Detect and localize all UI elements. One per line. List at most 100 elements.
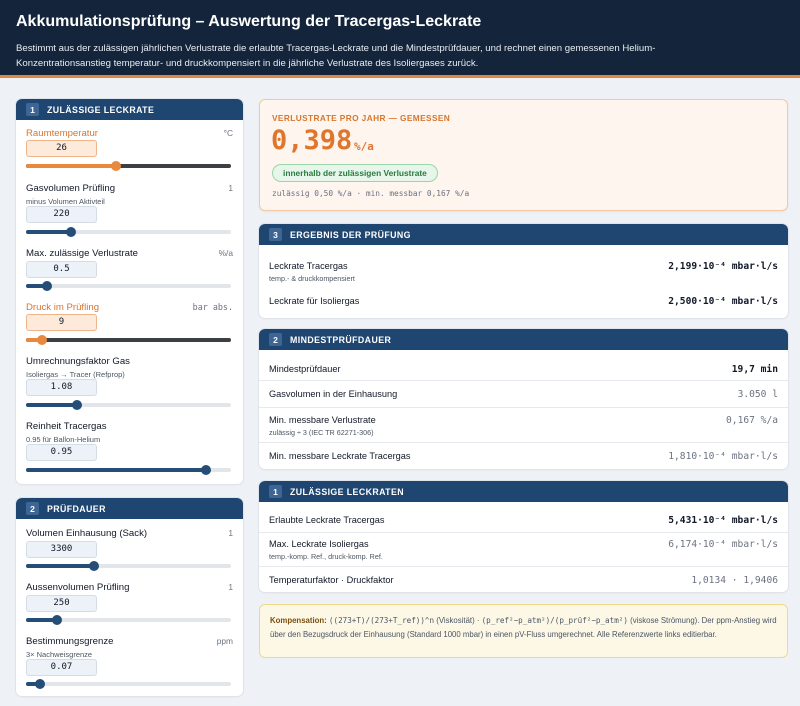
reinheit-input[interactable]: 0.95 [26, 444, 97, 461]
verlustrate-value: 0,398 [271, 125, 353, 156]
slider-thumb[interactable] [51, 615, 62, 625]
panel-mindestpruefdauer: 2 MINDESTPRÜFDAUER Mindestprüfdauer 19,7… [259, 329, 788, 469]
raumtemperatur-input[interactable]: 26 [26, 140, 97, 157]
row-hint: temp.-komp. Ref., druck-komp. Ref. [269, 552, 383, 561]
row-label: Gasvolumen in der Einhausung [269, 389, 398, 399]
row-label: Erlaubte Leckrate Tracergas [269, 515, 385, 525]
panel-header: 1 ZULÄSSIGE LECKRATEN [259, 481, 788, 502]
field-label: Volumen Einhausung (Sack) [26, 528, 148, 539]
verlustrate-input[interactable]: 0.5 [26, 261, 97, 278]
slider-thumb[interactable] [72, 400, 83, 410]
row-label: Max. Leckrate Isoliergas [269, 539, 369, 549]
summary-label: VERLUSTRATE PRO JAHR — GEMESSEN [272, 113, 451, 123]
field-unit: 1 [228, 183, 233, 193]
step-badge: 2 [26, 502, 39, 515]
row-label: Mindestprüfdauer [269, 364, 341, 374]
panel-header: 2 MINDESTPRÜFDAUER [259, 329, 788, 350]
formula-temperature: ((273+T)/(273+T_ref))^n [328, 616, 435, 625]
field-label: Umrechnungsfaktor Gas [26, 356, 130, 367]
result-row: Gasvolumen in der Einhausung 3.050 l [259, 380, 788, 407]
bestimmungsgrenze-input[interactable]: 0.07 [26, 659, 97, 676]
slider-thumb[interactable] [201, 465, 212, 475]
umrechnungsfaktor-slider[interactable] [26, 400, 231, 410]
verlustrate-unit: %/a [354, 140, 374, 153]
result-row: Erlaubte Leckrate Tracergas 5,431·10⁻⁴ m… [259, 502, 788, 532]
field-label: Max. zulässige Verlustrate [26, 248, 138, 259]
result-row: Min. messbare Verlustrate zulässig ÷ 3 (… [259, 407, 788, 442]
panel-title: MINDESTPRÜFDAUER [290, 334, 392, 345]
panel-title: ZULÄSSIGE LECKRATE [47, 104, 155, 115]
field-hint: minus Volumen Aktivteil [26, 197, 105, 206]
page-title: Akkumulationsprüfung – Auswertung der Tr… [16, 13, 482, 30]
slider-thumb[interactable] [66, 227, 77, 237]
row-value: 1,0134 · 1,9406 [691, 575, 778, 586]
panel-title: ERGEBNIS DER PRÜFUNG [290, 229, 411, 240]
row-label: Temperaturfaktor · Druckfaktor [269, 575, 394, 585]
row-value: 1,810·10⁻⁴ mbar·l/s [668, 451, 778, 462]
volumen-einhausung-input[interactable]: 3300 [26, 541, 97, 558]
field-label: Raumtemperatur [26, 128, 98, 139]
row-value: 2,199·10⁻⁴ mbar·l/s [668, 261, 778, 272]
slider-thumb[interactable] [35, 679, 46, 689]
row-value: 5,431·10⁻⁴ mbar·l/s [668, 515, 778, 526]
panel-header: 2 PRÜFDAUER [16, 498, 243, 519]
slider-thumb[interactable] [88, 561, 99, 571]
page-description: Bestimmt aus der zulässigen jährlichen V… [16, 43, 656, 69]
verlustrate-slider[interactable] [26, 281, 231, 291]
field-unit: %/a [218, 248, 233, 258]
field-unit: °C [223, 128, 233, 138]
umrechnungsfaktor-input[interactable]: 1.08 [26, 379, 97, 396]
kompensation-note: Kompensation: ((273+T)/(273+T_ref))^n (V… [259, 604, 788, 658]
field-unit: ppm [216, 636, 233, 646]
panel-ergebnis: 3 ERGEBNIS DER PRÜFUNG Leckrate Tracerga… [259, 224, 788, 318]
druck-input[interactable]: 9 [26, 314, 97, 331]
step-badge: 1 [269, 485, 282, 498]
note-title: Kompensation: [270, 616, 327, 625]
row-label: Min. messbare Verlustrate [269, 415, 376, 425]
gasvolumen-slider[interactable] [26, 227, 231, 237]
app-header: Akkumulationsprüfung – Auswertung der Tr… [0, 0, 800, 78]
row-value: 0,167 %/a [726, 415, 778, 426]
field-label: Bestimmungsgrenze [26, 636, 114, 647]
gasvolumen-input[interactable]: 220 [26, 206, 97, 223]
bestimmungsgrenze-slider[interactable] [26, 679, 231, 689]
aussenvolumen-slider[interactable] [26, 615, 231, 625]
formula-pressure: (p_ref²−p_atm²)/(p_prüf²−p_atm²) [481, 616, 628, 625]
result-row: Temperaturfaktor · Druckfaktor 1,0134 · … [259, 566, 788, 592]
row-label: Leckrate Tracergas [269, 261, 348, 271]
row-hint: temp.- & druckkompensiert [269, 274, 355, 283]
result-row: Min. messbare Leckrate Tracergas 1,810·1… [259, 442, 788, 469]
step-badge: 3 [269, 228, 282, 241]
volumen-einhausung-slider[interactable] [26, 561, 231, 571]
row-label: Min. messbare Leckrate Tracergas [269, 451, 411, 461]
slider-thumb[interactable] [37, 335, 48, 345]
row-value: 6,174·10⁻⁴ mbar·l/s [668, 539, 778, 550]
panel-header: 1 ZULÄSSIGE LECKRATE [16, 99, 243, 120]
panel-pruefdauer: 2 PRÜFDAUER Volumen Einhausung (Sack) 1 … [16, 498, 243, 696]
step-badge: 2 [269, 333, 282, 346]
slider-thumb[interactable] [41, 281, 52, 291]
row-label: Leckrate für Isoliergas [269, 296, 360, 306]
aussenvolumen-input[interactable]: 250 [26, 595, 97, 612]
row-value: 2,500·10⁻⁴ mbar·l/s [668, 296, 778, 307]
result-row: Leckrate Tracergas temp.- & druckkompens… [259, 245, 788, 285]
result-row: Mindestprüfdauer 19,7 min [259, 350, 788, 380]
field-label: Reinheit Tracergas [26, 421, 107, 432]
raumtemperatur-slider[interactable] [26, 161, 231, 171]
panel-zulaessige-leckrate: 1 ZULÄSSIGE LECKRATE Raumtemperatur °C 2… [16, 99, 243, 484]
result-row: Max. Leckrate Isoliergas temp.-komp. Ref… [259, 532, 788, 566]
field-hint: 3× Nachweisgrenze [26, 650, 93, 659]
panel-zulaessige-leckraten: 1 ZULÄSSIGE LECKRATEN Erlaubte Leckrate … [259, 481, 788, 592]
row-value: 3.050 l [737, 389, 778, 400]
reinheit-slider[interactable] [26, 465, 231, 475]
field-label: Aussenvolumen Prüfling [26, 582, 130, 593]
panel-title: ZULÄSSIGE LECKRATEN [290, 486, 404, 497]
field-label: Druck im Prüfling [26, 302, 100, 313]
slider-thumb[interactable] [111, 161, 122, 171]
summary-footer: zulässig 0,50 %/a · min. messbar 0,167 %… [272, 189, 470, 198]
status-badge: innerhalb der zulässigen Verlustrate [272, 164, 438, 182]
druck-slider[interactable] [26, 335, 231, 345]
verlustrate-summary-card: VERLUSTRATE PRO JAHR — GEMESSEN 0,398 %/… [259, 99, 788, 211]
field-unit: 1 [228, 528, 233, 538]
step-badge: 1 [26, 103, 39, 116]
